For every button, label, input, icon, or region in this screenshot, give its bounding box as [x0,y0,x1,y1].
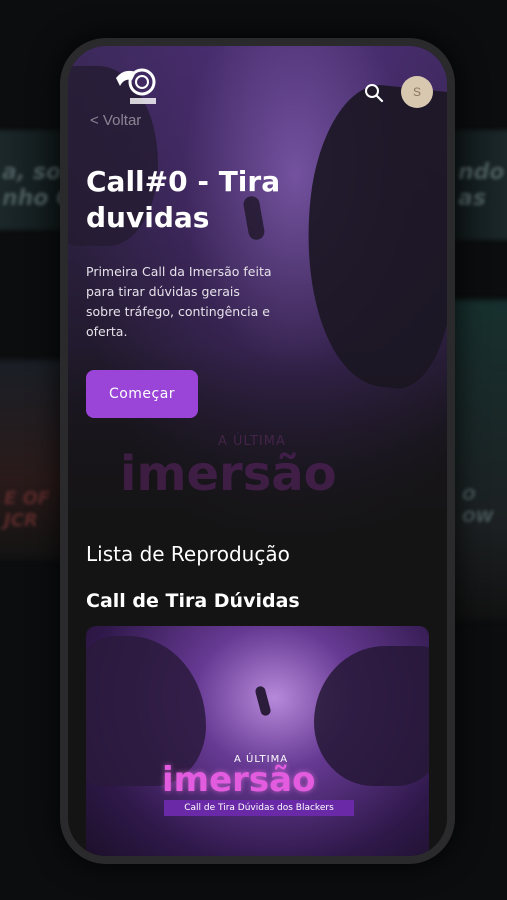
search-icon [365,84,384,103]
episode-description: Primeira Call da Imersão feita para tira… [86,264,272,339]
backdrop-text-right: ndo as [458,160,505,211]
card-diver-figure [254,685,272,717]
phone-frame: A ÚLTIMA imersão < Voltar S Call#0 - Tir… [60,38,455,864]
backdrop-text-right-lower: O OW [462,485,494,526]
card-rock-right [314,646,429,786]
backdrop-text-left-lower: E OF JCR [4,488,51,531]
brand-logo[interactable] [110,64,166,108]
user-avatar[interactable]: S [401,76,433,108]
hero-watermark-big: imersão [120,446,337,502]
search-button[interactable] [363,82,385,104]
playlist-video-card[interactable]: A ÚLTIMA imersão Call de Tira Dúvidas do… [86,626,429,856]
app-screen: A ÚLTIMA imersão < Voltar S Call#0 - Tir… [68,46,447,856]
card-headline: imersão [162,760,316,800]
page-title: Call#0 - Tira duvidas [86,165,281,234]
playlist-name: Call de Tira Dúvidas [86,590,300,612]
back-link[interactable]: < Voltar [90,112,141,129]
start-button[interactable]: Começar [86,370,198,418]
playlist-section-title: Lista de Reprodução [86,542,290,566]
ram-logo-icon [116,68,156,104]
card-tag: Call de Tira Dúvidas dos Blackers [164,800,354,816]
